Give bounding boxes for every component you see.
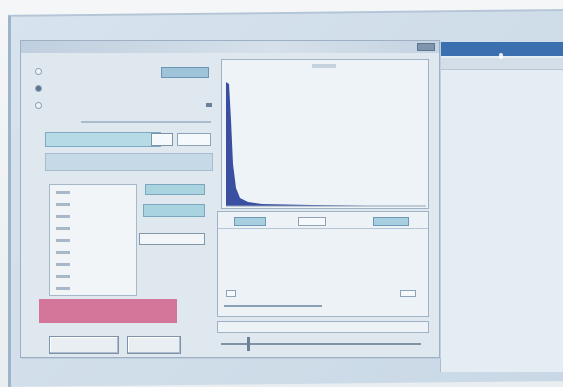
parameter-field-3[interactable] (139, 233, 205, 245)
wide-text-field[interactable] (217, 321, 429, 333)
histogram-peak (226, 82, 422, 206)
radio-button-selected-icon[interactable] (35, 85, 42, 92)
axis-min-label (226, 290, 236, 297)
background-window[interactable] (440, 42, 563, 372)
alert-status-bar (39, 299, 177, 323)
list-item[interactable] (56, 191, 70, 194)
histogram-panel (221, 59, 429, 209)
mouse-cursor-icon (499, 53, 503, 59)
parameter-field-1[interactable] (145, 184, 205, 195)
list-item[interactable] (56, 215, 70, 218)
option-row-2[interactable] (35, 82, 185, 96)
item-list[interactable] (49, 184, 137, 296)
list-item[interactable] (56, 239, 70, 242)
option-row-3[interactable] (35, 99, 185, 113)
list-item[interactable] (56, 275, 70, 278)
range-mid-field[interactable] (298, 217, 326, 226)
divider (218, 228, 428, 229)
range-min-field[interactable] (234, 217, 266, 226)
radio-button-icon[interactable] (35, 68, 42, 75)
list-item[interactable] (56, 251, 70, 254)
list-item[interactable] (56, 287, 70, 290)
right-action-button[interactable] (127, 336, 181, 354)
analysis-dialog (20, 40, 440, 358)
chevron-down-icon[interactable] (206, 103, 212, 107)
axis-max-label (400, 290, 416, 297)
histogram-plot (226, 82, 426, 207)
info-band (45, 153, 213, 171)
range-plot-panel (217, 211, 429, 317)
slider-handle[interactable] (247, 337, 250, 351)
background-window-toolbar (441, 58, 563, 70)
range-max-field[interactable] (373, 217, 409, 226)
parameter-field-2[interactable] (143, 204, 205, 217)
dialog-titlebar[interactable] (21, 41, 439, 53)
close-icon[interactable] (417, 43, 435, 51)
selected-input-field[interactable] (45, 132, 161, 147)
small-input-field-2[interactable] (177, 133, 211, 146)
small-input-field[interactable] (151, 133, 173, 146)
left-action-button[interactable] (49, 336, 119, 354)
list-item[interactable] (56, 227, 70, 230)
list-item[interactable] (56, 203, 70, 206)
radio-button-icon[interactable] (35, 102, 42, 109)
divider (81, 121, 211, 123)
range-indicator (224, 305, 322, 307)
list-item[interactable] (56, 263, 70, 266)
value-field[interactable] (161, 67, 209, 78)
slider-track[interactable] (221, 343, 421, 345)
